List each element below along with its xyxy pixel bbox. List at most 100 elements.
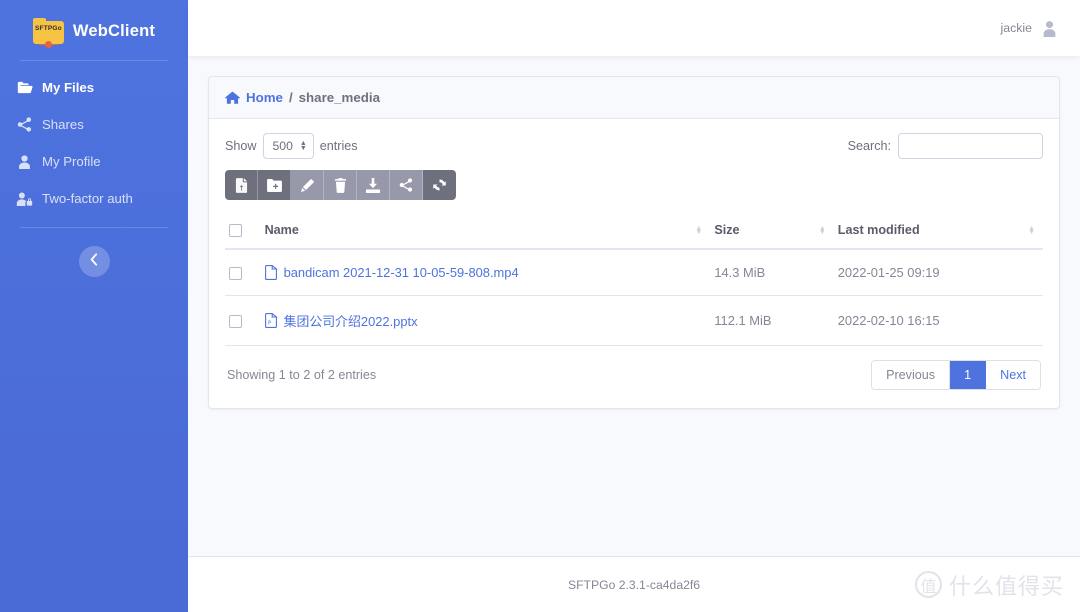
breadcrumb: Home / share_media [209, 77, 1059, 119]
footer: SFTPGo 2.3.1-ca4da2f6 值 什么值得买 [188, 556, 1080, 612]
brand-name: WebClient [73, 22, 155, 41]
select-all-header [225, 216, 261, 249]
table-row[interactable]: bandicam 2021-12-31 10-05-59-808.mp4 14.… [225, 249, 1043, 296]
file-toolbar [225, 170, 456, 200]
user-avatar-icon [1041, 20, 1058, 37]
table-header-row: Name ▲▼ Size ▲▼ Last modified ▲▼ [225, 216, 1043, 249]
sidebar-item-two-factor-auth[interactable]: Two-factor auth [0, 180, 188, 217]
breadcrumb-home[interactable]: Home [246, 90, 283, 105]
file-icon [265, 265, 277, 280]
pagination-next[interactable]: Next [986, 361, 1040, 389]
file-name-link[interactable]: 集团公司介绍2022.pptx [284, 311, 418, 330]
breadcrumb-path: share_media [299, 90, 380, 105]
pagination-previous[interactable]: Previous [872, 361, 950, 389]
download-button[interactable] [357, 170, 390, 200]
length-control: Show 500 ▲▼ entries [225, 133, 358, 159]
file-name-link[interactable]: bandicam 2021-12-31 10-05-59-808.mp4 [284, 265, 519, 280]
user-menu[interactable]: jackie [1001, 20, 1058, 37]
files-card: Home / share_media Show 500 ▲▼ [208, 76, 1060, 409]
sidebar-item-label: Two-factor auth [42, 192, 133, 205]
row-modified-cell: 2022-02-10 16:15 [834, 296, 1043, 346]
svg-text:P: P [268, 321, 272, 327]
header-last-modified-label: Last modified [838, 223, 920, 237]
pagination-page-1[interactable]: 1 [950, 361, 986, 389]
files-table: Name ▲▼ Size ▲▼ Last modified ▲▼ [225, 216, 1043, 346]
search-control: Search: [848, 133, 1043, 159]
row-size-cell: 112.1 MiB [710, 296, 833, 346]
page-length-select[interactable]: 500 ▲▼ [263, 133, 314, 159]
create-folder-button[interactable] [258, 170, 291, 200]
search-label: Search: [848, 139, 891, 153]
entries-label: entries [320, 139, 358, 153]
trash-icon [334, 178, 347, 193]
files-table-body: bandicam 2021-12-31 10-05-59-808.mp4 14.… [225, 249, 1043, 346]
main-area: jackie Home / [188, 0, 1080, 612]
share-button[interactable] [390, 170, 423, 200]
refresh-button[interactable] [423, 170, 456, 200]
header-size[interactable]: Size ▲▼ [710, 216, 833, 249]
table-controls: Show 500 ▲▼ entries Search: [225, 133, 1043, 159]
home-icon [225, 91, 240, 105]
row-size-cell: 14.3 MiB [710, 249, 833, 296]
header-last-modified[interactable]: Last modified ▲▼ [834, 216, 1043, 249]
user-lock-icon [16, 191, 33, 206]
pagination: Previous 1 Next [871, 360, 1041, 390]
sidebar: SFTPGo WebClient My Files [0, 0, 188, 612]
rename-button[interactable] [291, 170, 324, 200]
row-checkbox[interactable] [229, 315, 242, 328]
show-label: Show [225, 139, 257, 153]
entries-info: Showing 1 to 2 of 2 entries [227, 368, 376, 382]
table-footer: Showing 1 to 2 of 2 entries Previous 1 N… [225, 346, 1043, 398]
header-size-label: Size [714, 223, 739, 237]
watermark-text: 什么值得买 [949, 569, 1064, 601]
chevron-updown-icon: ▲▼ [300, 141, 307, 151]
sort-indicator-icon: ▲▼ [819, 227, 826, 235]
user-name: jackie [1001, 21, 1032, 35]
download-icon [366, 178, 380, 193]
row-name-cell: P 集团公司介绍2022.pptx [261, 296, 711, 346]
logo-text: SFTPGo [33, 25, 64, 32]
share-alt-icon [399, 178, 413, 192]
select-all-checkbox[interactable] [229, 224, 242, 237]
sort-indicator-icon: ▲▼ [695, 227, 702, 235]
user-icon [16, 154, 33, 169]
app-root: SFTPGo WebClient My Files [0, 0, 1080, 612]
content-area: Home / share_media Show 500 ▲▼ [188, 56, 1080, 538]
sort-indicator-icon: ▲▼ [1028, 227, 1035, 235]
folder-logo-icon: SFTPGo [33, 19, 64, 44]
header-name[interactable]: Name ▲▼ [261, 216, 711, 249]
share-alt-icon [16, 117, 33, 132]
sidebar-toggle-button[interactable] [79, 246, 110, 277]
row-modified-cell: 2022-01-25 09:19 [834, 249, 1043, 296]
search-input[interactable] [898, 133, 1043, 159]
file-powerpoint-icon: P [265, 313, 277, 328]
sidebar-collapse-wrap [0, 228, 188, 277]
breadcrumb-separator: / [289, 90, 293, 105]
sidebar-item-label: Shares [42, 118, 84, 131]
sidebar-item-label: My Files [42, 81, 94, 94]
row-select-cell [225, 249, 261, 296]
chevron-left-icon [90, 253, 98, 271]
brand[interactable]: SFTPGo WebClient [0, 0, 188, 56]
sidebar-nav: My Files Shares [0, 61, 188, 217]
files-table-head: Name ▲▼ Size ▲▼ Last modified ▲▼ [225, 216, 1043, 249]
pencil-icon [300, 178, 315, 193]
upload-file-button[interactable] [225, 170, 258, 200]
table-row[interactable]: P 集团公司介绍2022.pptx 112.1 MiB 2022-02-10 1… [225, 296, 1043, 346]
folder-plus-icon [267, 179, 282, 192]
page-length-value: 500 [273, 139, 293, 153]
row-select-cell [225, 296, 261, 346]
sidebar-item-my-profile[interactable]: My Profile [0, 143, 188, 180]
folder-open-icon [16, 80, 33, 95]
watermark: 值 什么值得买 [915, 569, 1064, 601]
files-card-body: Show 500 ▲▼ entries Search: [209, 119, 1059, 408]
refresh-icon [432, 178, 447, 192]
file-upload-icon [235, 178, 248, 193]
row-name-cell: bandicam 2021-12-31 10-05-59-808.mp4 [261, 249, 711, 296]
sidebar-item-shares[interactable]: Shares [0, 106, 188, 143]
sidebar-item-label: My Profile [42, 155, 101, 168]
sidebar-item-my-files[interactable]: My Files [0, 69, 188, 106]
watermark-badge: 值 [915, 571, 942, 598]
delete-button[interactable] [324, 170, 357, 200]
row-checkbox[interactable] [229, 267, 242, 280]
